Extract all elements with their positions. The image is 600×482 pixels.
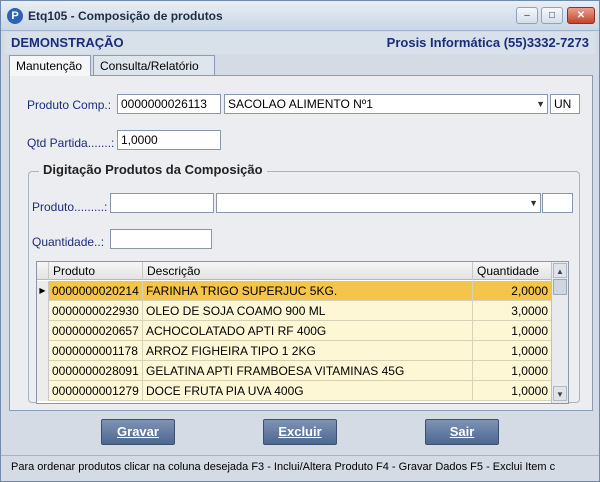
quantidade-field[interactable] bbox=[110, 229, 212, 249]
header-bar: DEMONSTRAÇÃO Prosis Informática (55)3332… bbox=[5, 32, 595, 54]
maximize-button[interactable]: □ bbox=[541, 7, 563, 24]
cell-produto: 0000000028091 bbox=[49, 361, 143, 381]
cell-quantidade: 1,0000 bbox=[473, 381, 552, 401]
produto-comp-code-field[interactable]: 0000000026113 bbox=[117, 94, 221, 114]
sair-button[interactable]: Sair bbox=[425, 419, 499, 445]
cell-descricao: ACHOCOLATADO APTI RF 400G bbox=[143, 321, 473, 341]
tab-consulta-relatorio[interactable]: Consulta/Relatório bbox=[93, 55, 215, 75]
cell-produto: 0000000022930 bbox=[49, 301, 143, 321]
table-row[interactable]: 0000000028091 GELATINA APTI FRAMBOESA VIT… bbox=[37, 361, 552, 381]
cell-quantidade: 1,0000 bbox=[473, 341, 552, 361]
row-pointer-icon: ▶ bbox=[37, 281, 49, 301]
produto-unit-field[interactable] bbox=[542, 193, 573, 213]
cell-produto: 0000000020214 bbox=[49, 281, 143, 301]
table-row[interactable]: 0000000001178 ARROZ FIGHEIRA TIPO 1 2KG 1,… bbox=[37, 341, 552, 361]
table-row[interactable]: 0000000020657 ACHOCOLATADO APTI RF 400G 1,… bbox=[37, 321, 552, 341]
row-indicator bbox=[37, 381, 49, 401]
grid-scrollbar[interactable]: ▲ ▼ bbox=[551, 262, 568, 403]
company-name: DEMONSTRAÇÃO bbox=[11, 35, 124, 50]
grid-header-indicator bbox=[37, 262, 49, 280]
table-row[interactable]: 0000000022930 OLEO DE SOJA COAMO 900 ML 3,… bbox=[37, 301, 552, 321]
table-row[interactable]: 0000000001279 DOCE FRUTA PIA UVA 400G 1,00… bbox=[37, 381, 552, 401]
cell-descricao: ARROZ FIGHEIRA TIPO 1 2KG bbox=[143, 341, 473, 361]
qtd-partida-field[interactable]: 1,0000 bbox=[117, 130, 221, 150]
row-indicator bbox=[37, 341, 49, 361]
chevron-down-icon[interactable]: ▼ bbox=[529, 196, 538, 210]
cell-quantidade: 2,0000 bbox=[473, 281, 552, 301]
title-bar[interactable]: P Etq105 - Composição de produtos – □ ✕ bbox=[1, 1, 599, 31]
row-indicator bbox=[37, 321, 49, 341]
column-header-descricao[interactable]: Descrição bbox=[143, 262, 473, 280]
minimize-button[interactable]: – bbox=[516, 7, 538, 24]
cell-descricao: FARINHA TRIGO SUPERJUC 5KG. bbox=[143, 281, 473, 301]
excluir-button[interactable]: Excluir bbox=[263, 419, 337, 445]
produto-comp-unit-field[interactable]: UN bbox=[550, 94, 580, 114]
cell-quantidade: 1,0000 bbox=[473, 361, 552, 381]
app-icon: P bbox=[7, 8, 23, 24]
produto-comp-desc-select[interactable]: SACOLAO ALIMENTO Nº1 ▼ bbox=[224, 94, 548, 114]
close-button[interactable]: ✕ bbox=[567, 7, 595, 24]
grid-header: Produto Descrição Quantidade bbox=[37, 262, 552, 280]
window-title: Etq105 - Composição de produtos bbox=[28, 9, 223, 23]
scroll-down-icon[interactable]: ▼ bbox=[553, 386, 567, 401]
cell-produto: 0000000001279 bbox=[49, 381, 143, 401]
table-row[interactable]: ▶ 0000000020214 FARINHA TRIGO SUPERJUC 5KG… bbox=[37, 281, 552, 301]
produto-code-field[interactable] bbox=[110, 193, 214, 213]
items-grid[interactable]: Produto Descrição Quantidade ▶ 0000000020… bbox=[36, 261, 569, 404]
column-header-produto[interactable]: Produto bbox=[49, 262, 143, 280]
vendor-info: Prosis Informática (55)3332-7273 bbox=[386, 35, 589, 50]
qtd-partida-label: Qtd Partida.......: bbox=[27, 136, 115, 150]
quantidade-label: Quantidade..: bbox=[32, 235, 105, 249]
scroll-thumb[interactable] bbox=[553, 279, 567, 295]
produto-desc-select[interactable]: ▼ bbox=[216, 193, 541, 213]
row-indicator bbox=[37, 361, 49, 381]
window: P Etq105 - Composição de produtos – □ ✕ … bbox=[0, 0, 600, 482]
tab-manutencao[interactable]: Manutenção bbox=[9, 55, 91, 76]
cell-descricao: OLEO DE SOJA COAMO 900 ML bbox=[143, 301, 473, 321]
scroll-up-icon[interactable]: ▲ bbox=[553, 263, 567, 278]
column-header-quantidade[interactable]: Quantidade bbox=[473, 262, 552, 280]
cell-quantidade: 1,0000 bbox=[473, 321, 552, 341]
cell-descricao: DOCE FRUTA PIA UVA 400G bbox=[143, 381, 473, 401]
cell-descricao: GELATINA APTI FRAMBOESA VITAMINAS 45G bbox=[143, 361, 473, 381]
gravar-button[interactable]: Gravar bbox=[101, 419, 175, 445]
row-indicator bbox=[37, 301, 49, 321]
produto-comp-desc-value: SACOLAO ALIMENTO Nº1 bbox=[228, 97, 373, 111]
produto-label: Produto.........: bbox=[32, 200, 108, 214]
chevron-down-icon[interactable]: ▼ bbox=[536, 97, 545, 111]
status-bar: Para ordenar produtos clicar na coluna d… bbox=[1, 455, 599, 481]
cell-produto: 0000000020657 bbox=[49, 321, 143, 341]
groupbox-title: Digitação Produtos da Composição bbox=[39, 162, 267, 177]
produto-comp-label: Produto Comp.: bbox=[27, 98, 112, 112]
cell-quantidade: 3,0000 bbox=[473, 301, 552, 321]
cell-produto: 0000000001178 bbox=[49, 341, 143, 361]
